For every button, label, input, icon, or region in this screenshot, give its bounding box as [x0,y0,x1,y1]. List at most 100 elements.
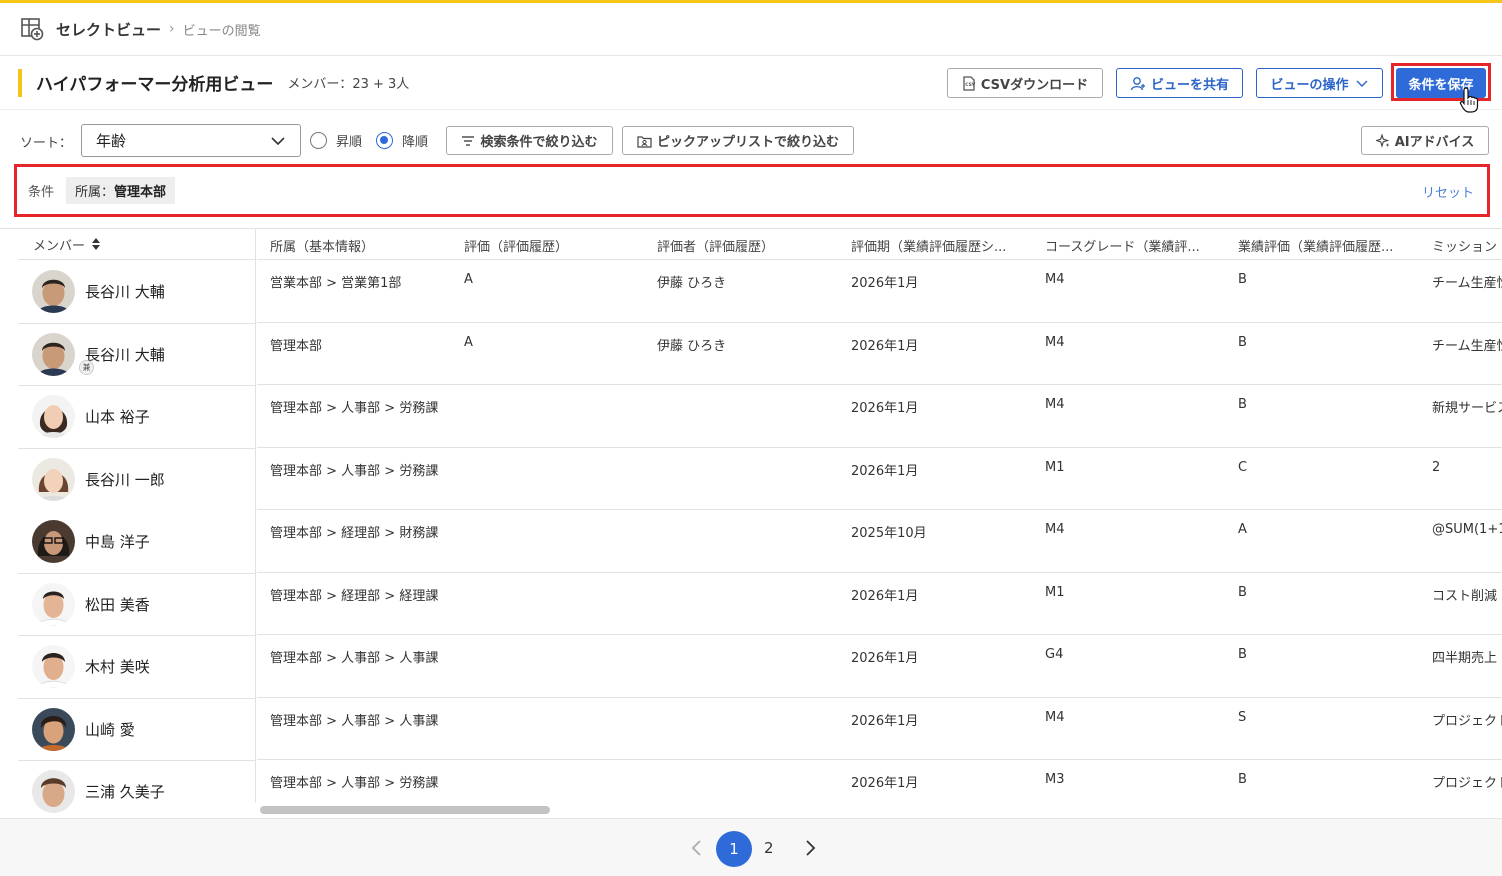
member-row[interactable]: 松田 美香 [18,572,256,636]
table-row[interactable]: 管理本部 > 人事部 > 人事課 2026年1月 G4 B 四半期売上 [257,635,1502,698]
cell-mission: プロジェクト [1432,776,1502,791]
radio-circle [310,132,327,149]
cell-course-grade: M1 [1045,459,1065,475]
cell-affiliation: 管理本部 > 人事部 > 人事課 [270,651,439,666]
column-header-course-grade[interactable]: コースグレード（業績評... [1045,236,1200,255]
member-row[interactable]: 兼 長谷川 大輔 [18,322,256,386]
pickup-list-icon [637,135,652,148]
member-name[interactable]: 山崎 愛 [85,719,135,740]
member-name[interactable]: 長谷川 一郎 [85,469,165,490]
cell-period: 2026年1月 [851,276,919,291]
sort-descending-label: 降順 [402,135,429,150]
pickup-list-filter-label: ピックアップリストで絞り込む [656,135,839,150]
member-row[interactable]: 三浦 久美子 [18,760,256,818]
table-row[interactable]: 管理本部 > 人事部 > 人事課 2026年1月 M4 S プロジェクト [257,698,1502,760]
page-title: ハイパフォーマー分析用ビュー [36,75,274,95]
cell-period: 2025年10月 [851,526,927,541]
cell-affiliation: 営業本部 > 営業第1部 [270,276,402,291]
cell-evaluator: 伊藤 ひろき [657,276,727,291]
breadcrumb-app[interactable]: セレクトビュー [56,19,161,40]
table-row[interactable]: 管理本部 > 人事部 > 労務課 2026年1月 M1 C 2 [257,448,1502,510]
table-row[interactable]: 管理本部 > 経理部 > 財務課 2025年10月 M4 A @SUM(1+1 [257,510,1502,573]
chevron-left-icon[interactable] [690,839,704,857]
cell-mission: プロジェクト [1432,713,1502,729]
member-name[interactable]: 三浦 久美子 [85,781,165,802]
top-bar: セレクトビュー › ビューの閲覧 [0,0,1502,56]
filter-icon [462,135,475,146]
cell-performance: B [1238,647,1247,662]
cell-performance: A [1238,522,1247,537]
horizontal-scrollbar[interactable] [260,806,550,814]
search-filter-label: 検索条件で絞り込む [480,135,598,150]
cell-rating: A [464,334,473,350]
cell-mission: 2 [1432,459,1441,475]
cell-period: 2026年1月 [851,776,919,791]
ai-advice-button[interactable]: AIアドバイス [1361,126,1489,155]
chevron-down-icon [271,137,285,146]
pickup-list-filter-button[interactable]: ピックアップリストで絞り込む [622,126,854,155]
member-name[interactable]: 木村 美咲 [85,656,150,677]
column-header-mission[interactable]: ミッション [1432,236,1497,255]
breadcrumb-page: ビューの閲覧 [182,23,261,39]
cell-period: 2026年1月 [851,651,919,666]
csv-file-icon: CSV [963,75,976,91]
cell-affiliation: 管理本部 [270,338,323,354]
cell-performance: C [1238,459,1248,475]
view-operations-dropdown[interactable]: ビューの操作 [1256,68,1383,98]
select-view-icon [21,18,44,41]
avatar [32,332,75,376]
cell-rating: A [464,272,473,287]
column-header-affiliation[interactable]: 所属（基本情報） [270,236,374,255]
share-view-button[interactable]: ビューを共有 [1116,68,1243,98]
user-share-icon [1130,76,1145,90]
member-name[interactable]: 中島 洋子 [85,531,150,552]
column-header-rating[interactable]: 評価（評価履歴） [464,236,568,255]
chevron-right-icon[interactable] [803,839,817,857]
member-row[interactable]: 中島 洋子 [18,510,256,573]
member-row[interactable]: 木村 美咲 [18,635,256,698]
title-accent-bar [18,68,22,97]
sort-descending-radio[interactable]: 降順 [376,131,428,150]
member-name[interactable]: 長谷川 大輔 [85,281,165,302]
cell-mission: チーム生産性 [1432,338,1502,354]
cell-course-grade: M4 [1045,709,1065,725]
csv-download-button[interactable]: CSV CSVダウンロード [947,68,1103,98]
cell-performance: S [1238,709,1247,725]
avatar [32,269,75,313]
table-row[interactable]: 営業本部 > 営業第1部 A 伊藤 ひろき 2026年1月 M4 B チーム生産… [257,260,1502,323]
member-row[interactable]: 山崎 愛 [18,697,256,761]
column-header-evaluator[interactable]: 評価者（評価履歴） [657,236,774,255]
member-column-header[interactable]: メンバー [18,229,255,260]
conditions-highlight [14,164,1490,217]
page-1-button[interactable]: 1 [716,831,752,867]
data-grid-header: 所属（基本情報） 評価（評価履歴） 評価者（評価履歴） 評価期（業績評価履歴シ.… [257,229,1502,260]
page-2-button[interactable]: 2 [764,839,774,857]
sort-label: ソート： [20,136,73,151]
member-name[interactable]: 長谷川 大輔 [85,344,165,365]
column-header-performance[interactable]: 業績評価（業績評価履歴... [1238,236,1393,255]
cell-course-grade: M3 [1045,772,1065,787]
table-row[interactable]: 管理本部 A 伊藤 ひろき 2026年1月 M4 B チーム生産性 [257,323,1502,385]
sort-toggle-icon [92,238,101,250]
member-row[interactable]: 長谷川 大輔 [18,260,256,323]
sort-select[interactable]: 年齢 [81,124,301,157]
cell-affiliation: 管理本部 > 人事部 > 労務課 [270,401,439,416]
sort-ascending-radio[interactable]: 昇順 [310,131,362,150]
search-filter-button[interactable]: 検索条件で絞り込む [446,126,613,155]
cell-mission: 新規サービス [1432,401,1502,416]
member-name[interactable]: 山本 裕子 [85,406,150,427]
column-header-period[interactable]: 評価期（業績評価履歴シ... [851,236,1006,255]
sort-ascending-label: 昇順 [336,135,363,150]
filter-bar: ソート： 年齢 昇順 降順 検索条件で絞り込む ピックアップリストで絞り込む A… [0,110,1502,168]
avatar [32,457,75,501]
cell-affiliation: 管理本部 > 人事部 > 人事課 [270,713,439,729]
member-name[interactable]: 松田 美香 [85,594,150,615]
member-header-label: メンバー [33,238,86,254]
member-row[interactable]: 山本 裕子 [18,385,256,448]
cell-period: 2026年1月 [851,713,919,729]
cell-period: 2026年1月 [851,338,919,354]
table-row[interactable]: 管理本部 > 人事部 > 労務課 2026年1月 M4 B 新規サービス [257,385,1502,448]
cell-performance: B [1238,772,1247,787]
table-row[interactable]: 管理本部 > 経理部 > 経理課 2026年1月 M1 B コスト削減 [257,573,1502,635]
member-row[interactable]: 長谷川 一郎 [18,447,256,511]
